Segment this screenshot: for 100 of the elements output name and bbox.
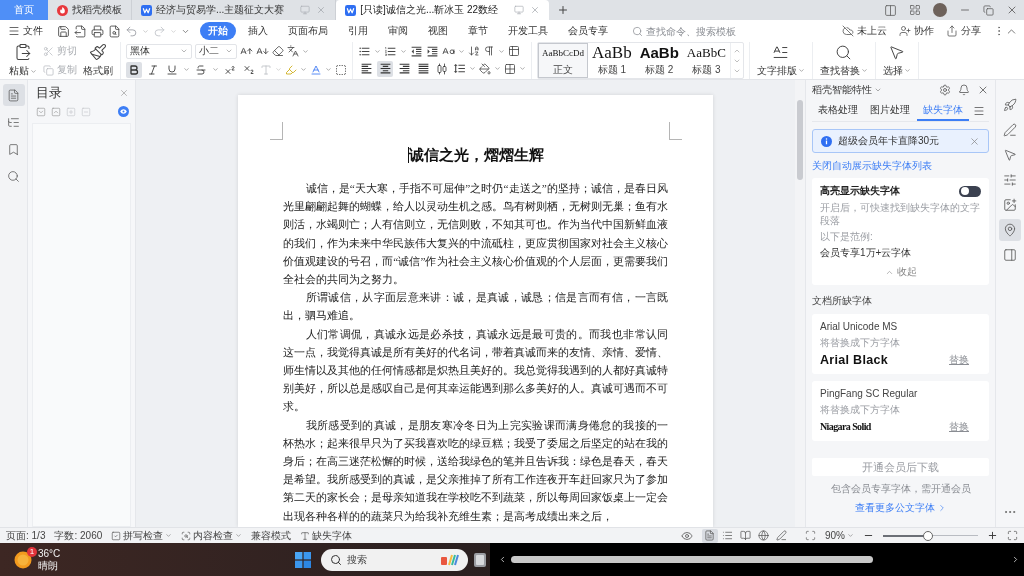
highlight-toggle[interactable] [959, 185, 981, 197]
outline-button[interactable] [2, 84, 25, 106]
hide-list-link[interactable]: 关闭自动展示缺失字体列表 [812, 159, 989, 173]
ribbon-tab[interactable]: 会员专享 [560, 22, 616, 40]
ribbon-tab[interactable]: 开发工具 [500, 22, 556, 40]
menu-icon[interactable] [973, 104, 985, 117]
print-icon[interactable] [91, 24, 104, 38]
style-button[interactable]: AaBbCcDd 正文 [538, 43, 588, 78]
ribbon-tab[interactable]: 审阅 [380, 22, 416, 40]
borders-icon[interactable] [504, 62, 516, 75]
more-fonts-link[interactable]: 查看更多公文字体 [854, 501, 947, 515]
highlighter-icon[interactable] [285, 63, 297, 76]
paste-button[interactable]: 粘贴 [7, 43, 39, 78]
missing-fonts-button[interactable]: 缺失字体 [300, 528, 353, 543]
translate-icon[interactable] [287, 45, 299, 57]
font-name-dropdown[interactable]: 黑体 [126, 43, 192, 59]
view-mode-button[interactable] [702, 528, 718, 543]
restore-icon[interactable] [983, 4, 994, 16]
zoom-slider[interactable] [883, 530, 978, 541]
caret-icon[interactable] [212, 66, 219, 73]
distribute-button[interactable] [434, 60, 450, 77]
sort-icon[interactable] [468, 45, 480, 57]
slider-thumb[interactable] [922, 530, 933, 541]
save-icon[interactable] [57, 24, 70, 38]
collapse-button[interactable]: 收起 [884, 265, 917, 279]
font-size-dropdown[interactable]: 小二 [195, 43, 237, 59]
table-icon[interactable] [508, 45, 520, 57]
caret-icon[interactable] [797, 67, 805, 74]
eraser-icon[interactable] [272, 45, 284, 57]
dashed-square-icon[interactable] [335, 63, 347, 76]
bold-button[interactable] [126, 61, 142, 78]
fit-page-icon[interactable] [805, 530, 816, 541]
caret-icon[interactable] [183, 66, 190, 73]
caret-icon[interactable] [400, 47, 407, 55]
caret-icon[interactable] [498, 47, 505, 55]
close-icon[interactable] [1006, 4, 1018, 16]
scroll-left-icon[interactable] [498, 555, 507, 564]
caret-icon[interactable] [458, 47, 465, 55]
share-button[interactable]: 分享 [946, 24, 981, 38]
outdent-icon[interactable] [410, 44, 423, 58]
panel-tab[interactable]: 图片处理 [864, 100, 917, 121]
style-button[interactable]: AaBb 标题 2 [635, 43, 683, 78]
scroll-right-icon[interactable] [1011, 555, 1020, 564]
new-tab-icon[interactable] [557, 4, 570, 16]
paragraph-mark-icon[interactable] [483, 45, 495, 57]
caret-icon[interactable] [302, 47, 309, 55]
taskbar-search-field[interactable]: 搜索 [321, 548, 468, 571]
caret-icon[interactable] [300, 66, 307, 73]
panel-title-button[interactable]: 稻壳智能特性 [812, 83, 882, 97]
caret-icon[interactable] [469, 65, 476, 72]
caret-icon[interactable] [847, 532, 854, 539]
app-icon[interactable] [474, 552, 486, 567]
ribbon-tab[interactable]: 页面布局 [280, 22, 336, 40]
ribbon-tab[interactable]: 视图 [420, 22, 456, 40]
collaborate-button[interactable]: 协作 [899, 24, 934, 38]
style-button[interactable]: AaBb 标题 1 [588, 43, 636, 78]
caret-icon[interactable] [860, 67, 868, 74]
panel-tab[interactable]: 缺失字体 [916, 100, 969, 121]
numbered-list-icon[interactable] [384, 44, 397, 58]
ribbon-tab[interactable]: 引用 [340, 22, 376, 40]
panel-tab[interactable]: 表格处理 [812, 100, 865, 121]
view-mode-button[interactable] [738, 528, 754, 543]
close-icon[interactable] [530, 5, 541, 15]
expand-all-icon[interactable] [36, 106, 46, 117]
cloud-status-button[interactable]: 未上云 [842, 24, 887, 38]
apps-grid-icon[interactable] [909, 4, 921, 16]
weather-sun-icon[interactable] [14, 550, 32, 569]
replace-link[interactable]: 替换 [949, 353, 969, 367]
avatar[interactable] [933, 3, 947, 17]
font-color-icon[interactable] [310, 63, 322, 76]
caret-icon[interactable] [165, 532, 173, 539]
format-painter-button[interactable]: 格式刷 [81, 43, 115, 78]
view-mode-button[interactable] [774, 528, 790, 543]
eye-icon[interactable] [118, 106, 129, 117]
pin-button[interactable] [999, 219, 1021, 241]
fullscreen-icon[interactable] [1007, 530, 1018, 541]
eye-icon[interactable] [681, 529, 693, 542]
caret-icon[interactable] [519, 65, 526, 72]
close-icon[interactable] [969, 135, 980, 147]
caret-icon[interactable] [325, 66, 332, 73]
content-check-button[interactable]: 内容检查 [181, 528, 243, 543]
close-icon[interactable] [119, 88, 129, 98]
file-arrow-icon[interactable] [74, 24, 87, 38]
caret-icon[interactable] [374, 47, 381, 55]
find-replace-button[interactable]: 查找替换 [817, 43, 870, 78]
caret-icon[interactable] [30, 67, 37, 75]
command-search-field[interactable]: 查找命令、搜索模板 [646, 25, 746, 37]
view-mode-button[interactable] [756, 528, 772, 543]
spell-check-button[interactable]: 拼写检查 [111, 528, 173, 543]
caret-icon[interactable] [494, 65, 501, 72]
replace-link[interactable]: 替换 [949, 420, 969, 434]
scrollbar-thumb[interactable] [511, 556, 873, 563]
zoom-dropdown[interactable]: 90% [825, 530, 854, 541]
file-search-icon[interactable] [108, 24, 121, 38]
select-button[interactable]: 选择 [880, 43, 913, 78]
file-menu-button[interactable]: 文件 [4, 24, 47, 38]
style-button[interactable]: AaBbC 标题 3 [682, 43, 730, 78]
paint-bucket-icon[interactable] [479, 62, 491, 75]
ribbon-tab[interactable]: 章节 [460, 22, 496, 40]
text-layout-button[interactable]: 文字排版 [754, 43, 807, 78]
